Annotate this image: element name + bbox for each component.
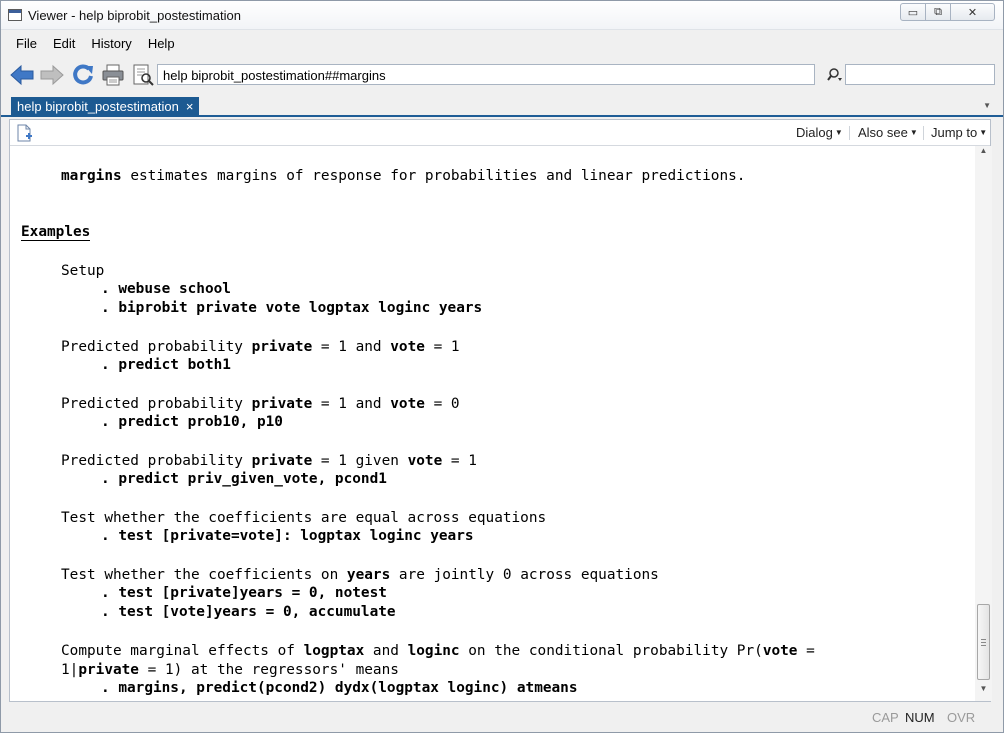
dialog-dropdown[interactable]: Dialog ▼ (796, 125, 843, 140)
command-margins[interactable]: . margins, predict(pcond2) dydx(logptax … (101, 679, 578, 698)
also-see-label: Also see (858, 125, 908, 140)
chevron-down-icon: ▼ (909, 128, 918, 137)
status-num: NUM (905, 710, 935, 725)
jump-to-dropdown[interactable]: Jump to ▼ (931, 125, 987, 140)
marginal-effects-label-2: 1|private = 1) at the regressors' means (61, 662, 399, 678)
menu-edit[interactable]: Edit (45, 33, 83, 55)
print-button[interactable] (100, 62, 126, 88)
status-cap: CAP (872, 710, 899, 725)
print-icon (102, 64, 124, 86)
test-joint-label: Test whether the coefficients on years a… (61, 567, 659, 583)
help-viewer-pane: Dialog ▼ Also see ▼ Jump to ▼ margins estim… (9, 119, 991, 702)
command-predict-both1[interactable]: . predict both1 (101, 356, 231, 375)
close-window-button[interactable]: ✕ (950, 3, 995, 21)
menu-history[interactable]: History (83, 33, 139, 55)
refresh-button[interactable] (70, 62, 96, 88)
viewer-app-icon[interactable] (8, 9, 22, 21)
help-content: margins estimates margins of response fo… (10, 147, 976, 701)
viewer-subtoolbar: Dialog ▼ Also see ▼ Jump to ▼ (10, 120, 990, 146)
predicted-prob-label-3: Predicted probability private = 1 given … (61, 453, 477, 469)
window-controls: ▭ ⧉ ✕ (900, 3, 995, 21)
forward-icon (40, 64, 64, 86)
test-equal-label: Test whether the coefficients are equal … (61, 510, 547, 526)
search-button[interactable] (827, 66, 845, 84)
window-title: Viewer - help biprobit_postestimation (28, 8, 241, 23)
command-test-vote-years[interactable]: . test [vote]years = 0, accumulate (101, 603, 396, 622)
setup-label: Setup (61, 263, 105, 279)
menu-file[interactable]: File (1, 33, 45, 55)
grip-icon (981, 639, 986, 646)
command-test-private-years[interactable]: . test [private]years = 0, notest (101, 584, 387, 603)
command-predict-prob10[interactable]: . predict prob10, p10 (101, 413, 283, 432)
status-bar: CAP NUM OVR (1, 707, 1003, 732)
find-icon (133, 64, 154, 86)
status-ovr: OVR (947, 710, 976, 725)
also-see-dropdown[interactable]: Also see ▼ (858, 125, 918, 140)
menu-help[interactable]: Help (140, 33, 183, 55)
vertical-scrollbar[interactable]: ▲ ▼ (975, 146, 992, 701)
predicted-prob-label-1: Predicted probability private = 1 and vo… (61, 339, 460, 355)
address-field[interactable]: help biprobit_postestimation##margins (157, 64, 815, 85)
margins-link[interactable]: margins (61, 168, 122, 184)
examples-heading: Examples (21, 224, 91, 241)
command-test-equal[interactable]: . test [private=vote]: logptax loginc ye… (101, 527, 474, 546)
scroll-down-icon[interactable]: ▼ (975, 684, 992, 698)
refresh-icon (73, 64, 93, 85)
toolbar-divider (849, 126, 850, 140)
command-biprobit[interactable]: . biprobit private vote logptax loginc y… (101, 299, 482, 318)
scrollbar-thumb[interactable] (977, 604, 990, 680)
maximize-icon: ⧉ (934, 5, 942, 18)
tab-label: help biprobit_postestimation (17, 99, 179, 114)
tab-strip: help biprobit_postestimation × ▼ (1, 95, 1003, 117)
new-viewer-button[interactable] (17, 124, 33, 142)
dialog-label: Dialog (796, 125, 833, 140)
tab-close-icon[interactable]: × (186, 99, 194, 114)
intro-line: margins estimates margins of response fo… (61, 168, 746, 184)
search-icon (827, 68, 842, 81)
new-viewer-icon (17, 124, 32, 142)
close-icon: ✕ (967, 6, 978, 19)
command-predict-pcond1[interactable]: . predict priv_given_vote, pcond1 (101, 470, 387, 489)
maximize-button[interactable]: ⧉ (925, 3, 951, 21)
viewer-window: Viewer - help biprobit_postestimation ▭ … (0, 0, 1004, 733)
toolbar-divider (923, 126, 924, 140)
menu-bar: File Edit History Help (1, 33, 183, 55)
chevron-down-icon: ▼ (834, 128, 843, 137)
forward-button[interactable] (39, 62, 65, 88)
command-webuse-school[interactable]: . webuse school (101, 280, 231, 299)
jump-to-label: Jump to (931, 125, 978, 140)
minimize-icon: ▭ (907, 6, 919, 19)
tab-help-biprobit-postestimation[interactable]: help biprobit_postestimation × (11, 97, 200, 117)
predicted-prob-label-2: Predicted probability private = 1 and vo… (61, 396, 460, 412)
chevron-down-icon: ▼ (979, 128, 988, 137)
marginal-effects-label-1: Compute marginal effects of logptax and … (61, 643, 815, 659)
scroll-up-icon[interactable]: ▲ (975, 146, 992, 160)
back-icon (10, 64, 34, 86)
tab-list-chevron-down-icon[interactable]: ▼ (983, 101, 991, 110)
back-button[interactable] (9, 62, 35, 88)
search-input[interactable] (845, 64, 995, 85)
title-bar: Viewer - help biprobit_postestimation ▭ … (1, 1, 1003, 30)
minimize-button[interactable]: ▭ (900, 3, 926, 21)
find-button[interactable] (130, 62, 156, 88)
